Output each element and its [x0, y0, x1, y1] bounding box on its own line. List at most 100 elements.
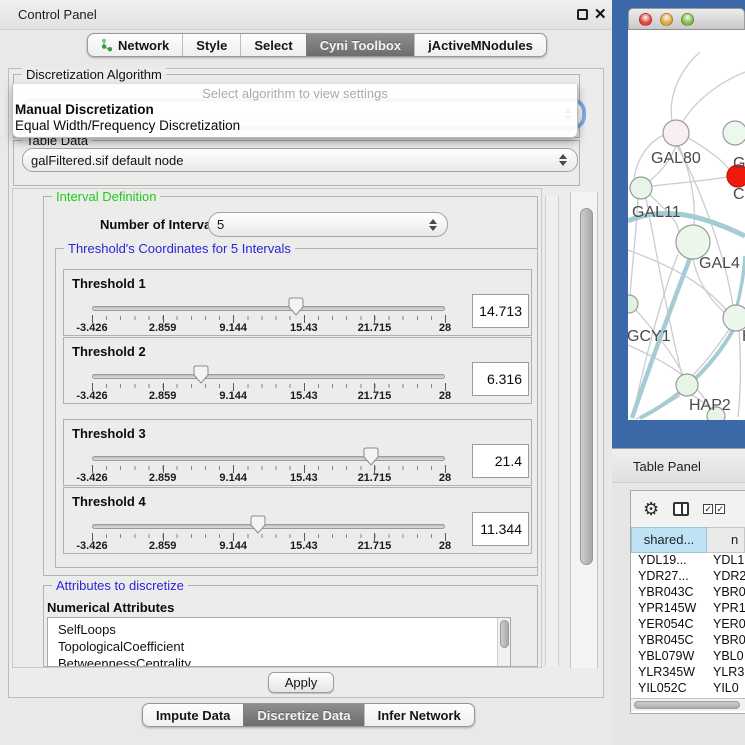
float-window-icon[interactable] [577, 9, 588, 20]
close-icon[interactable]: ✕ [594, 5, 607, 23]
network-node[interactable] [676, 374, 698, 396]
network-node[interactable] [630, 177, 652, 199]
attribute-list-item[interactable]: BetweennessCentrality [48, 655, 510, 667]
slider-thumb[interactable] [193, 365, 209, 384]
vertical-scrollbar-thumb[interactable] [580, 208, 593, 565]
slider-track[interactable] [92, 306, 445, 311]
split-columns-icon[interactable] [673, 502, 689, 516]
cell-shared-name[interactable]: YLR345W [631, 665, 707, 681]
cell-shared-name[interactable]: YDL19... [631, 553, 707, 569]
attribute-list-item[interactable]: SelfLoops [48, 621, 510, 638]
threshold-value-field[interactable]: 21.4 [472, 444, 529, 478]
dropdown-option[interactable]: Equal Width/Frequency Discretization [13, 118, 577, 134]
tick-label: 9.144 [219, 322, 247, 334]
cell-name[interactable]: YPR1 [707, 601, 745, 617]
tick-label: 9.144 [219, 390, 247, 402]
network-node[interactable] [723, 121, 745, 145]
tab-label: Cyni Toolbox [320, 38, 401, 53]
threshold-label: Threshold 4 [72, 494, 146, 509]
checkbox-icon[interactable]: ✓ [715, 504, 725, 514]
column-header-shared-name[interactable]: shared... [631, 527, 707, 553]
horizontal-scrollbar-thumb[interactable] [634, 701, 740, 709]
cell-shared-name[interactable]: YBR043C [631, 585, 707, 601]
table-body[interactable]: YDL19...YDL1YDR27...YDR2YBR043CYBR0YPR14… [631, 553, 745, 698]
tab-network[interactable]: Network [88, 34, 182, 56]
cell-name[interactable]: YBR0 [707, 633, 745, 649]
tab-label: jActiveMNodules [428, 38, 533, 53]
close-traffic-icon[interactable] [639, 13, 652, 26]
cell-shared-name[interactable]: YIL052C [631, 681, 707, 697]
tick-label: 21.715 [358, 390, 392, 402]
table-row[interactable]: YDR27...YDR2 [631, 569, 745, 585]
threshold-value-field[interactable]: 14.713 [472, 294, 529, 328]
table-row[interactable]: YLR345WYLR3 [631, 665, 745, 681]
group-title: Interval Definition [52, 189, 160, 204]
table-row[interactable]: YPR145WYPR1 [631, 601, 745, 617]
tick-label: 15.43 [290, 322, 318, 334]
network-window-titlebar[interactable] [628, 8, 745, 30]
table-row[interactable]: YBR043CYBR0 [631, 585, 745, 601]
tab-label: Discretize Data [257, 708, 350, 723]
tab-impute-data[interactable]: Impute Data [143, 704, 243, 726]
tab-label: Select [254, 38, 292, 53]
number-of-intervals-spinner[interactable]: 5 [208, 212, 448, 237]
panel-title: Control Panel [18, 7, 97, 22]
network-canvas[interactable]: GAL80GCGAL11GAL4GCY1HHAP2 [628, 30, 745, 420]
table-data-combo[interactable]: galFiltered.sif default node [22, 148, 578, 172]
cell-shared-name[interactable]: YDR27... [631, 569, 707, 585]
tab-select[interactable]: Select [240, 34, 305, 56]
cell-name[interactable]: YIL0 [707, 681, 745, 697]
threshold-value-field[interactable]: 11.344 [472, 512, 529, 546]
horizontal-scrollbar[interactable] [631, 698, 745, 711]
zoom-traffic-icon[interactable] [681, 13, 694, 26]
slider-track[interactable] [92, 456, 445, 461]
network-node[interactable] [663, 120, 689, 146]
slider-track[interactable] [92, 524, 445, 529]
gear-icon[interactable]: ⚙ [643, 500, 659, 518]
table-row[interactable]: YBR045CYBR0 [631, 633, 745, 649]
cell-shared-name[interactable]: YPR145W [631, 601, 707, 617]
cell-name[interactable]: YDR2 [707, 569, 745, 585]
table-toolbar: ⚙ ✓ ✓ [631, 491, 745, 527]
tick-label: -3.426 [76, 390, 107, 402]
numerical-attributes-list[interactable]: SelfLoopsTopologicalCoefficientBetweenne… [47, 617, 511, 667]
column-header-name[interactable]: n [707, 527, 745, 553]
cell-name[interactable]: YER0 [707, 617, 745, 633]
slider-track[interactable] [92, 374, 445, 379]
number-of-intervals-value: 5 [217, 217, 427, 232]
table-row[interactable]: YBL079WYBL0 [631, 649, 745, 665]
network-icon [101, 38, 113, 52]
cell-name[interactable]: YLR3 [707, 665, 745, 681]
network-node[interactable] [676, 225, 710, 259]
threshold-value-field[interactable]: 6.316 [472, 362, 529, 396]
node-label: G [733, 155, 745, 172]
cell-name[interactable]: YBR0 [707, 585, 745, 601]
table-row[interactable]: YIL052CYIL0 [631, 681, 745, 697]
table-header-row: shared... n [631, 527, 745, 553]
tab-jactivemnodules[interactable]: jActiveMNodules [414, 34, 546, 56]
slider-thumb[interactable] [250, 515, 266, 534]
table-row[interactable]: YER054CYER0 [631, 617, 745, 633]
cell-shared-name[interactable]: YBL079W [631, 649, 707, 665]
slider-thumb[interactable] [363, 447, 379, 466]
tick-label: 28 [439, 472, 451, 484]
tab-cyni-toolbox[interactable]: Cyni Toolbox [306, 34, 414, 56]
tab-discretize-data[interactable]: Discretize Data [243, 704, 363, 726]
minimize-traffic-icon[interactable] [660, 13, 673, 26]
tab-infer-network[interactable]: Infer Network [364, 704, 474, 726]
dropdown-option[interactable]: Manual Discretization [13, 102, 577, 118]
tab-style[interactable]: Style [182, 34, 240, 56]
checkbox-icon[interactable]: ✓ [703, 504, 713, 514]
cell-name[interactable]: YDL1 [707, 553, 745, 569]
tick-label: 28 [439, 390, 451, 402]
table-row[interactable]: YDL19...YDL1 [631, 553, 745, 569]
apply-button[interactable]: Apply [268, 672, 334, 693]
tick-label: 15.43 [290, 472, 318, 484]
threshold-row: Threshold 4-3.4262.8599.14415.4321.71528… [63, 487, 532, 554]
tab-label: Style [196, 38, 227, 53]
slider-thumb[interactable] [288, 297, 304, 316]
cell-shared-name[interactable]: YER054C [631, 617, 707, 633]
attribute-list-item[interactable]: TopologicalCoefficient [48, 638, 510, 655]
cell-shared-name[interactable]: YBR045C [631, 633, 707, 649]
cell-name[interactable]: YBL0 [707, 649, 745, 665]
